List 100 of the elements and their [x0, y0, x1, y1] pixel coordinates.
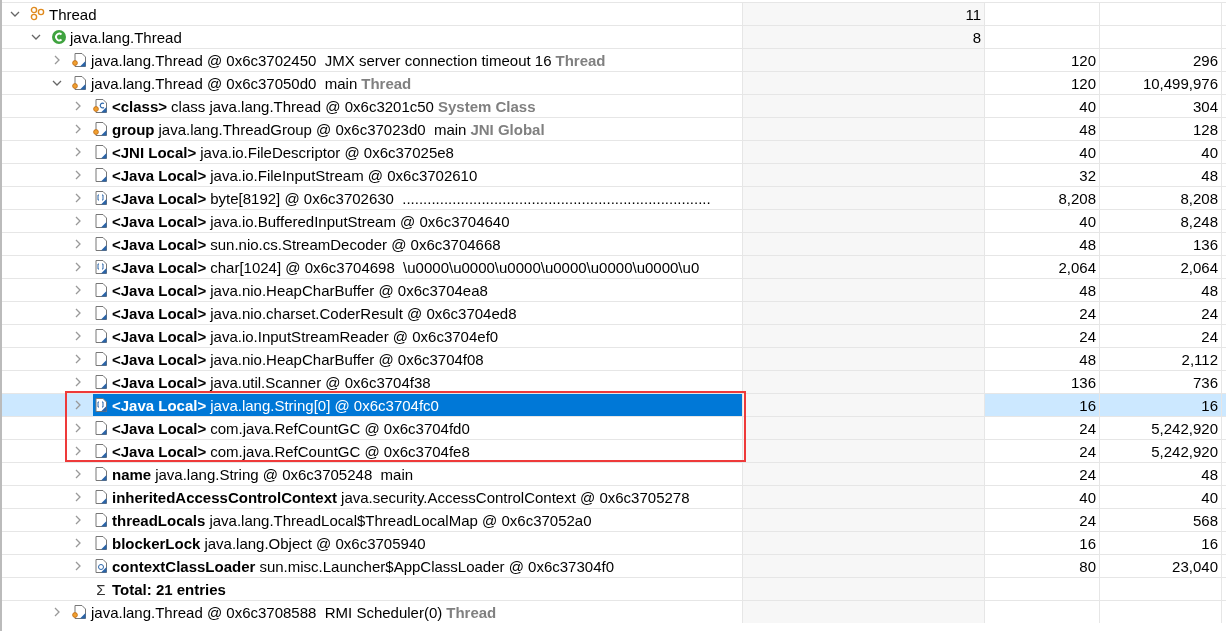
field-name: contextClassLoader: [112, 557, 256, 575]
retained-heap-value: 48: [1201, 465, 1218, 483]
object-label: com.java.RefCountGC @ 0x6c3704fd0: [210, 419, 470, 437]
expand-chevron-icon[interactable]: [73, 101, 83, 111]
tree-row[interactable]: inheritedAccessControlContext java.security.AccessControlContext @ 0x6c3705278 40 40: [2, 485, 1226, 508]
object-label: java.nio.HeapCharBuffer @ 0x6c3704ea8: [210, 281, 488, 299]
expand-chevron-icon[interactable]: [73, 492, 83, 502]
retained-heap-value: 736: [1192, 373, 1218, 391]
shallow-heap-value: 48: [1079, 350, 1096, 368]
expand-chevron-icon[interactable]: [73, 538, 83, 548]
tree-row[interactable]: <Java Local> java.lang.String[0] @ 0x6c3704fc0 16 16: [2, 393, 1226, 416]
retained-heap-value: 16: [1201, 396, 1218, 414]
document-icon: [93, 558, 109, 574]
document-icon: [93, 236, 109, 252]
expand-chevron-icon[interactable]: [73, 124, 83, 134]
object-label: java.io.BufferedInputStream @ 0x6c3704640: [210, 212, 510, 230]
object-label: java.lang.Object @ 0x6c3705940: [204, 534, 426, 552]
expand-chevron-icon[interactable]: [52, 607, 62, 617]
field-name: <Java Local>: [112, 396, 207, 414]
tree-row[interactable]: java.lang.Thread @ 0x6c3702450 JMX server connection timeout 16 Thread 120 296: [2, 48, 1226, 71]
object-label: java.lang.Thread @ 0x6c3702450 JMX server connection timeout 16: [91, 51, 552, 69]
expand-chevron-icon[interactable]: [52, 55, 62, 65]
expand-chevron-icon[interactable]: [73, 423, 83, 433]
tree-row[interactable]: <Java Local> java.nio.HeapCharBuffer @ 0x6c3704ea8 48 48: [2, 278, 1226, 301]
expand-chevron-icon[interactable]: [73, 446, 83, 456]
document-icon: [93, 282, 109, 298]
shallow-heap-value: 48: [1079, 120, 1096, 138]
field-name: threadLocals: [112, 511, 206, 529]
objects-count: 11: [965, 5, 981, 23]
retained-heap-value: 10,499,976: [1142, 74, 1218, 92]
retained-heap-value: 5,242,920: [1151, 419, 1218, 437]
field-name: group: [112, 120, 155, 138]
field-name: <Java Local>: [112, 235, 207, 253]
shallow-heap-value: 24: [1079, 419, 1096, 437]
tree-row[interactable]: Thread 11: [2, 2, 1226, 25]
object-label: class java.lang.Thread @ 0x6c3201c50: [171, 97, 434, 115]
object-label: Thread: [49, 5, 97, 23]
document-icon: [72, 604, 88, 620]
tree-row[interactable]: <Java Local> java.io.BufferedInputStream @ 0x6c3704640 40 8,248: [2, 209, 1226, 232]
object-label: java.lang.Thread @ 0x6c37050d0 main: [91, 74, 358, 92]
shallow-heap-value: 40: [1079, 143, 1096, 161]
tree-row[interactable]: java.lang.Thread @ 0x6c3708588 RMI Scheduler(0) Thread: [2, 600, 1226, 623]
circles-icon: [30, 6, 46, 22]
retained-heap-value: 40: [1201, 488, 1218, 506]
expand-chevron-icon[interactable]: [73, 193, 83, 203]
sigma-symbol: Σ: [95, 580, 107, 598]
retained-heap-value: 128: [1192, 120, 1218, 138]
tree-row[interactable]: <Java Local> java.nio.HeapCharBuffer @ 0x6c3704f08 48 2,112: [2, 347, 1226, 370]
expand-chevron-icon[interactable]: [73, 561, 83, 571]
expand-chevron-icon[interactable]: [73, 308, 83, 318]
document-icon: [93, 443, 109, 459]
tree-row[interactable]: blockerLock java.lang.Object @ 0x6c3705940 16 16: [2, 531, 1226, 554]
retained-heap-value: 24: [1201, 327, 1218, 345]
expand-chevron-icon[interactable]: [73, 285, 83, 295]
tree-row[interactable]: <Java Local> com.java.RefCountGC @ 0x6c3704fd0 24 5,242,920: [2, 416, 1226, 439]
object-label: java.io.FileDescriptor @ 0x6c37025e8: [200, 143, 454, 161]
expand-chevron-icon[interactable]: [73, 147, 83, 157]
tree-row[interactable]: <JNI Local> java.io.FileDescriptor @ 0x6c37025e8 40 40: [2, 140, 1226, 163]
expand-chevron-icon[interactable]: [73, 377, 83, 387]
object-tag: System Class: [437, 97, 536, 115]
expand-chevron-icon[interactable]: [73, 354, 83, 364]
shallow-heap-value: 2,064: [1058, 258, 1096, 276]
retained-heap-value: 2,112: [1181, 350, 1218, 368]
collapse-chevron-icon[interactable]: [10, 9, 20, 19]
tree-row[interactable]: group java.lang.ThreadGroup @ 0x6c37023d0 main JNI Global 48 128: [2, 117, 1226, 140]
tree-row[interactable]: Σ Total: 21 entries: [2, 577, 1226, 600]
field-name: <class>: [112, 97, 168, 115]
tree-row[interactable]: contextClassLoader sun.misc.Launcher$AppClassLoader @ 0x6c37304f0 80 23,040: [2, 554, 1226, 577]
retained-heap-value: 48: [1201, 281, 1218, 299]
tree-row[interactable]: <Java Local> byte[8192] @ 0x6c3702630 .......................................................................... 8,208 8,208: [2, 186, 1226, 209]
field-name: <Java Local>: [112, 419, 207, 437]
collapse-chevron-icon[interactable]: [52, 78, 62, 88]
expand-chevron-icon[interactable]: [73, 400, 83, 410]
expand-chevron-icon[interactable]: [73, 216, 83, 226]
object-tag: Thread: [446, 603, 497, 621]
tree-row[interactable]: <class> class java.lang.Thread @ 0x6c3201c50 System Class 40 304: [2, 94, 1226, 117]
tree-row[interactable]: <Java Local> com.java.RefCountGC @ 0x6c3704fe8 24 5,242,920: [2, 439, 1226, 462]
object-label: com.java.RefCountGC @ 0x6c3704fe8: [210, 442, 470, 460]
expand-chevron-icon[interactable]: [73, 469, 83, 479]
tree-row[interactable]: <Java Local> sun.nio.cs.StreamDecoder @ 0x6c3704668 48 136: [2, 232, 1226, 255]
shallow-heap-value: 16: [1079, 396, 1096, 414]
tree-row[interactable]: <Java Local> java.io.FileInputStream @ 0x6c3702610 32 48: [2, 163, 1226, 186]
retained-heap-value: 136: [1192, 235, 1218, 253]
collapse-chevron-icon[interactable]: [31, 32, 41, 42]
document-icon: [93, 121, 109, 137]
field-name: <Java Local>: [112, 350, 207, 368]
tree-row[interactable]: <Java Local> java.io.InputStreamReader @ 0x6c3704ef0 24 24: [2, 324, 1226, 347]
tree-row[interactable]: <Java Local> java.nio.charset.CoderResult @ 0x6c3704ed8 24 24: [2, 301, 1226, 324]
tree-row[interactable]: threadLocals java.lang.ThreadLocal$ThreadLocalMap @ 0x6c37052a0 24 568: [2, 508, 1226, 531]
tree-row[interactable]: name java.lang.String @ 0x6c3705248 main 24 48: [2, 462, 1226, 485]
expand-chevron-icon[interactable]: [73, 239, 83, 249]
shallow-heap-value: 24: [1079, 511, 1096, 529]
tree-row[interactable]: java.lang.Thread @ 0x6c37050d0 main Thread 120 10,499,976: [2, 71, 1226, 94]
expand-chevron-icon[interactable]: [73, 170, 83, 180]
tree-row[interactable]: <Java Local> char[1024] @ 0x6c3704698 \u0000\u0000\u0000\u0000\u0000\u0000\u0 2,064 2,064: [2, 255, 1226, 278]
document-icon: [93, 374, 109, 390]
expand-chevron-icon[interactable]: [73, 331, 83, 341]
expand-chevron-icon[interactable]: [73, 515, 83, 525]
tree-row[interactable]: java.lang.Thread 8: [2, 25, 1226, 48]
expand-chevron-icon[interactable]: [73, 262, 83, 272]
